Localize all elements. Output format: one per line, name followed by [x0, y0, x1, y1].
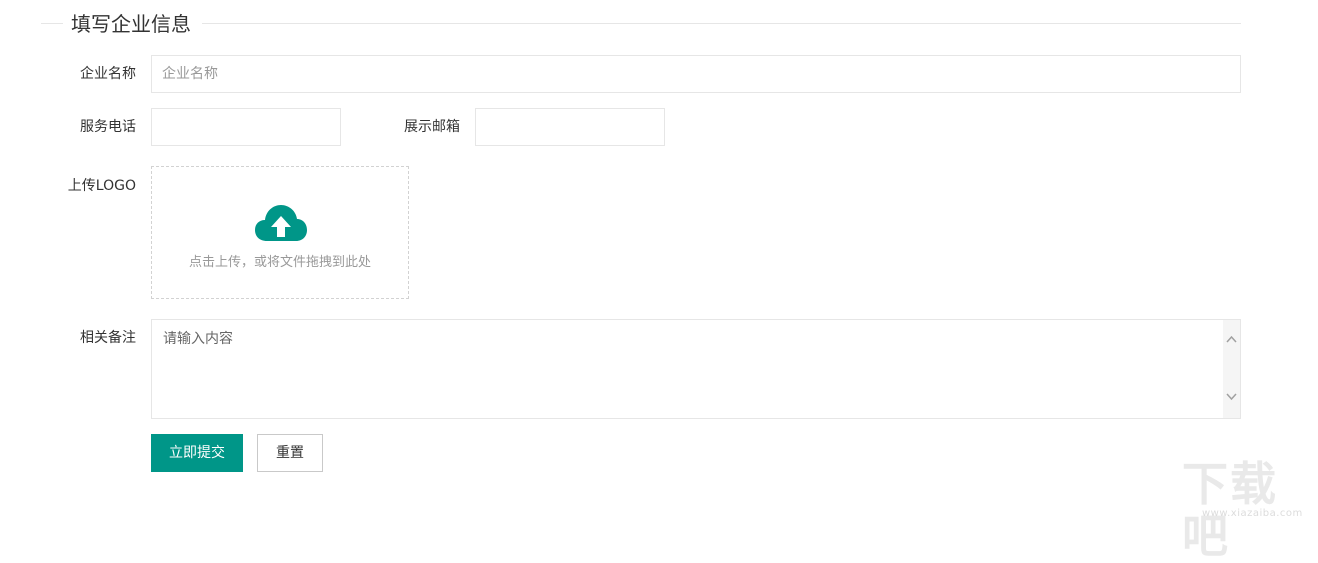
legend-line-right: [202, 23, 1241, 24]
cloud-upload-icon: [255, 205, 307, 241]
remarks-textarea[interactable]: 请输入内容: [151, 319, 1241, 419]
service-phone-label: 服务电话: [80, 119, 136, 135]
service-phone-input[interactable]: [151, 108, 341, 146]
remarks-label: 相关备注: [80, 330, 136, 346]
company-name-input[interactable]: [151, 55, 1241, 93]
watermark-logo: 下载吧 www.xiazaiba.com: [1180, 458, 1315, 562]
chevron-up-icon[interactable]: [1226, 334, 1237, 345]
upload-hint-text: 点击上传，或将文件拖拽到此处: [188, 255, 371, 270]
company-name-label: 企业名称: [80, 66, 136, 82]
remarks-placeholder: 请输入内容: [163, 331, 233, 347]
remarks-scrollbar[interactable]: [1223, 320, 1240, 418]
logo-upload-dropzone[interactable]: 点击上传，或将文件拖拽到此处: [151, 166, 409, 299]
display-email-input[interactable]: [475, 108, 665, 146]
upload-logo-label: 上传LOGO: [67, 178, 136, 194]
display-email-label: 展示邮箱: [404, 119, 460, 135]
legend-line-left: [41, 23, 63, 24]
watermark-url: www.xiazaiba.com: [1202, 508, 1303, 519]
reset-button[interactable]: 重置: [257, 434, 323, 472]
chevron-down-icon[interactable]: [1226, 391, 1237, 402]
submit-button[interactable]: 立即提交: [151, 434, 243, 472]
form-title: 填写企业信息: [71, 12, 191, 36]
